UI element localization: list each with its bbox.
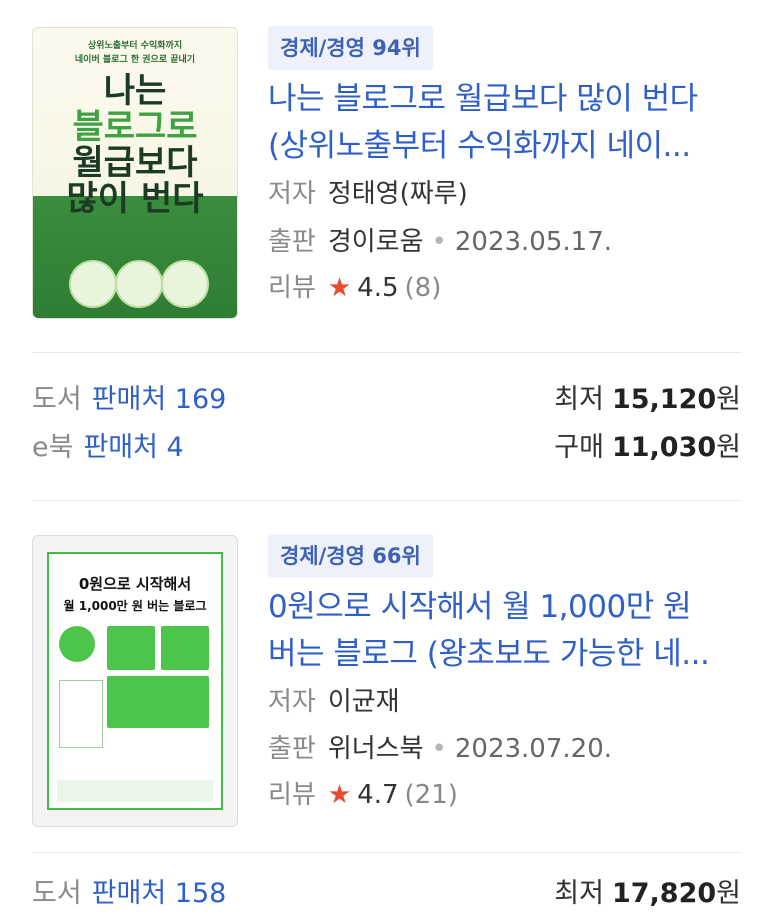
cover-subtitle: 네이버 블로그 한 권으로 끝내기 (74, 55, 196, 65)
currency-unit: 원 (716, 432, 741, 463)
cover-badge-circle (161, 260, 209, 308)
star-icon: ★ (327, 273, 352, 303)
currency-unit: 원 (716, 384, 741, 415)
cover-title: 월 1,000만 원 버는 블로그 (63, 599, 207, 613)
format-label: 도서 (32, 384, 82, 415)
book-seller-row[interactable]: 도서 판매처 169 최저 15,120원 (32, 380, 741, 420)
book-seller-row[interactable]: 도서 판매처 158 최저 17,820원 (32, 874, 741, 914)
lowest-price[interactable]: 최저 17,820원 (554, 874, 741, 914)
cover-panel (107, 626, 155, 670)
cover-panel (107, 676, 209, 728)
cover-badge-circle (115, 260, 163, 308)
cover-title: 블로그로 (72, 107, 198, 147)
review-count: (21) (404, 780, 458, 810)
divider (32, 352, 741, 353)
publisher-name: 위너스북 (327, 734, 424, 764)
cover-title: 월급보다 (72, 143, 198, 183)
rating-value: 4.5 (357, 273, 399, 303)
cover-badge-circle (69, 260, 117, 308)
cover-title: 많이 번다 (66, 179, 204, 219)
review-label: 리뷰 (268, 780, 316, 810)
purchase-price[interactable]: 구매 11,030원 (554, 428, 741, 468)
review-row: 리뷰 ★ 4.5 (8) (268, 270, 441, 306)
price-label: 최저 (554, 878, 604, 909)
price-label: 최저 (554, 384, 604, 415)
author-label: 저자 (268, 179, 316, 209)
seller-count-link[interactable]: 판매처 158 (92, 878, 227, 909)
cover-checklist (59, 680, 103, 748)
separator-dot: • (431, 734, 447, 764)
category-rank-badge[interactable]: 경제/경영 66위 (268, 534, 433, 578)
author-name: 정태영(짜루) (327, 179, 468, 209)
publisher-row: 출판 위너스북 • 2023.07.20. (268, 731, 612, 767)
book-title-line1[interactable]: 0원으로 시작해서 월 1,000만 원 (268, 585, 740, 629)
publish-date: 2023.05.17. (454, 227, 613, 257)
review-row: 리뷰 ★ 4.7 (21) (268, 777, 458, 813)
lowest-price[interactable]: 최저 15,120원 (554, 380, 741, 420)
divider (32, 500, 741, 501)
seller-count-link[interactable]: 판매처 4 (83, 432, 183, 463)
format-label: 도서 (32, 878, 82, 909)
cover-panel (161, 626, 209, 670)
price-label: 구매 (554, 432, 604, 463)
cover-footer-band (57, 780, 213, 802)
publisher-label: 출판 (268, 734, 316, 764)
author-label: 저자 (268, 687, 316, 717)
publisher-name: 경이로움 (327, 227, 424, 257)
currency-unit: 원 (716, 878, 741, 909)
publish-date: 2023.07.20. (454, 734, 613, 764)
book-cover-image[interactable]: 0원으로 시작해서 월 1,000만 원 버는 블로그 (32, 535, 238, 827)
review-count: (8) (404, 273, 442, 303)
price-value: 11,030 (611, 432, 717, 463)
publisher-row: 출판 경이로움 • 2023.05.17. (268, 224, 612, 260)
author-row: 저자 이균재 (268, 684, 400, 720)
book-title-line2[interactable]: (상위노출부터 수익화까지 네이... (268, 124, 740, 168)
star-icon: ★ (327, 780, 352, 810)
author-name: 이균재 (327, 687, 400, 717)
book-title-line2[interactable]: 버는 블로그 (왕초보도 가능한 네... (268, 632, 740, 676)
book-title-line1[interactable]: 나는 블로그로 월급보다 많이 번다 (268, 77, 740, 121)
price-value: 15,120 (611, 384, 717, 415)
price-value: 17,820 (611, 878, 717, 909)
separator-dot: • (431, 227, 447, 257)
cover-title: 0원으로 시작해서 (78, 575, 192, 593)
seller-count-link[interactable]: 판매처 169 (92, 384, 227, 415)
ebook-seller-row[interactable]: e북 판매처 4 구매 11,030원 (32, 428, 741, 468)
book-cover-image[interactable]: 상위노출부터 수익화까지 네이버 블로그 한 권으로 끝내기 나는 블로그로 월… (32, 27, 238, 319)
rating-value: 4.7 (357, 780, 399, 810)
category-rank-badge[interactable]: 경제/경영 94위 (268, 26, 433, 70)
cover-frame: 0원으로 시작해서 월 1,000만 원 버는 블로그 (47, 552, 223, 810)
format-label: e북 (32, 432, 74, 463)
publisher-label: 출판 (268, 227, 316, 257)
cover-subtitle: 상위노출부터 수익화까지 (87, 41, 183, 51)
cover-mascot (59, 626, 95, 662)
author-row: 저자 정태영(짜루) (268, 176, 468, 212)
divider (32, 852, 741, 853)
cover-title: 나는 (103, 71, 167, 111)
review-label: 리뷰 (268, 273, 316, 303)
